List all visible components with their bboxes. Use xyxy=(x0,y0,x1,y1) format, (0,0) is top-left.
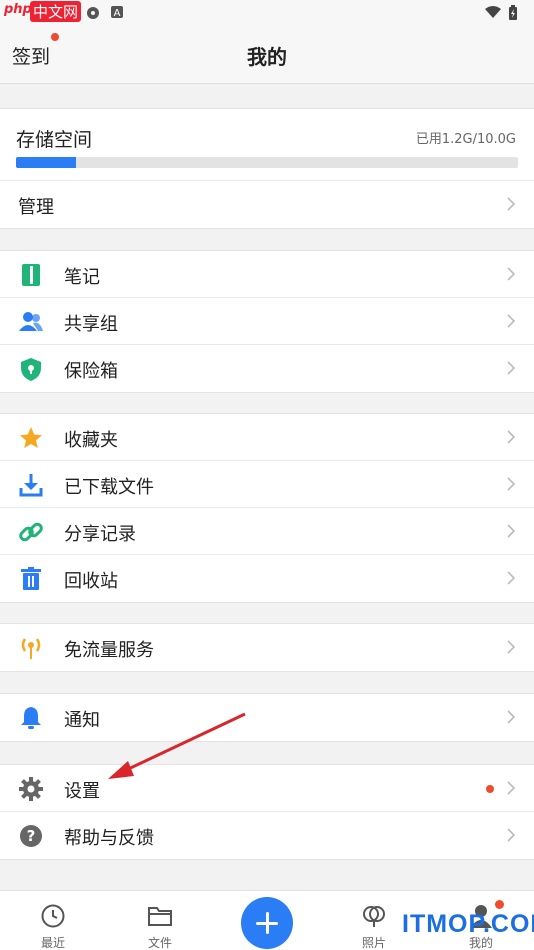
note-label: 笔记 xyxy=(64,267,100,288)
settings-row[interactable]: 设置 xyxy=(0,765,534,812)
svg-text:A: A xyxy=(114,8,121,19)
folder-icon xyxy=(148,907,172,926)
nav-recent-label: 最近 xyxy=(40,936,65,950)
star-icon xyxy=(20,427,42,448)
note-icon xyxy=(22,264,40,286)
notification-label: 通知 xyxy=(64,710,100,731)
checkin-badge xyxy=(51,33,59,41)
bell-icon xyxy=(21,707,41,729)
data-free-label: 免流量服务 xyxy=(64,640,154,661)
downloads-row[interactable]: 已下载文件 xyxy=(0,461,534,508)
chevron-right-icon xyxy=(507,571,516,585)
recycle-bin-label: 回收站 xyxy=(64,571,118,592)
a-status-icon: A xyxy=(111,6,123,19)
notification-row[interactable]: 通知 xyxy=(0,694,534,741)
watermark-php: php xyxy=(4,2,32,17)
storage-progress-bar xyxy=(16,157,518,168)
notification-group: 通知 xyxy=(0,693,534,742)
header: 签到 我的 xyxy=(0,26,534,84)
chevron-right-icon xyxy=(507,430,516,444)
settings-group: 设置 ? 帮助与反馈 xyxy=(0,764,534,860)
svg-text:?: ? xyxy=(27,827,36,845)
manage-label: 管理 xyxy=(18,197,54,218)
antenna-icon xyxy=(21,638,41,659)
chevron-right-icon xyxy=(507,314,516,328)
data-free-group: 免流量服务 xyxy=(0,623,534,672)
nav-files[interactable]: 文件 xyxy=(120,891,200,950)
safe-label: 保险箱 xyxy=(64,361,118,382)
recycle-bin-row[interactable]: 回收站 xyxy=(0,555,534,602)
help-row[interactable]: ? 帮助与反馈 xyxy=(0,812,534,859)
safe-row[interactable]: 保险箱 xyxy=(0,345,534,392)
help-icon: ? xyxy=(20,825,42,847)
storage-section: 存储空间 已用1.2G/10.0G xyxy=(0,109,534,181)
tools-group: 笔记 共享组 保险箱 xyxy=(0,250,534,393)
help-label: 帮助与反馈 xyxy=(64,828,154,849)
settings-label: 设置 xyxy=(64,781,100,802)
chevron-right-icon xyxy=(507,640,516,654)
download-icon xyxy=(19,474,43,497)
nav-mine-badge xyxy=(495,900,504,909)
settings-badge xyxy=(486,785,494,793)
chevron-right-icon xyxy=(507,524,516,538)
chevron-right-icon xyxy=(507,710,516,724)
gear-icon xyxy=(19,777,43,801)
add-button[interactable] xyxy=(241,897,293,949)
storage-label: 存储空间 xyxy=(16,129,93,151)
chevron-right-icon xyxy=(507,828,516,842)
status-bar: php 中文网 A xyxy=(0,0,534,26)
nav-files-label: 文件 xyxy=(147,936,172,950)
watermark-cn: 中文网 xyxy=(30,1,82,22)
note-row[interactable]: 笔记 xyxy=(0,251,534,298)
gear-status-icon xyxy=(87,7,99,19)
chevron-right-icon xyxy=(507,477,516,491)
storage-used-text: 已用1.2G/10.0G xyxy=(415,132,516,147)
downloads-label: 已下载文件 xyxy=(64,477,154,498)
link-icon xyxy=(19,522,43,542)
page-title: 我的 xyxy=(247,45,287,69)
trash-icon xyxy=(21,567,41,590)
chevron-right-icon xyxy=(507,197,516,211)
chevron-right-icon xyxy=(507,781,516,795)
battery-icon xyxy=(509,5,517,20)
share-group-label: 共享组 xyxy=(64,314,118,335)
data-free-row[interactable]: 免流量服务 xyxy=(0,624,534,671)
photos-icon xyxy=(363,906,385,927)
share-group-row[interactable]: 共享组 xyxy=(0,298,534,345)
shield-icon xyxy=(21,358,41,381)
files-group: 收藏夹 已下载文件 分享记录 回收站 xyxy=(0,413,534,603)
clock-icon xyxy=(41,904,65,928)
chevron-right-icon xyxy=(507,361,516,375)
favorites-label: 收藏夹 xyxy=(64,430,118,451)
manage-row[interactable]: 管理 xyxy=(0,181,534,228)
share-history-row[interactable]: 分享记录 xyxy=(0,508,534,555)
favorites-row[interactable]: 收藏夹 xyxy=(0,414,534,461)
chevron-right-icon xyxy=(507,267,516,281)
nav-recent[interactable]: 最近 xyxy=(13,891,93,950)
wifi-icon xyxy=(485,6,501,18)
share-history-label: 分享记录 xyxy=(64,524,136,545)
group-icon xyxy=(19,312,43,331)
storage-progress-fill xyxy=(16,157,77,168)
storage-card: 存储空间 已用1.2G/10.0G 管理 xyxy=(0,108,534,229)
site-watermark: ITMOP.COM xyxy=(402,910,534,938)
